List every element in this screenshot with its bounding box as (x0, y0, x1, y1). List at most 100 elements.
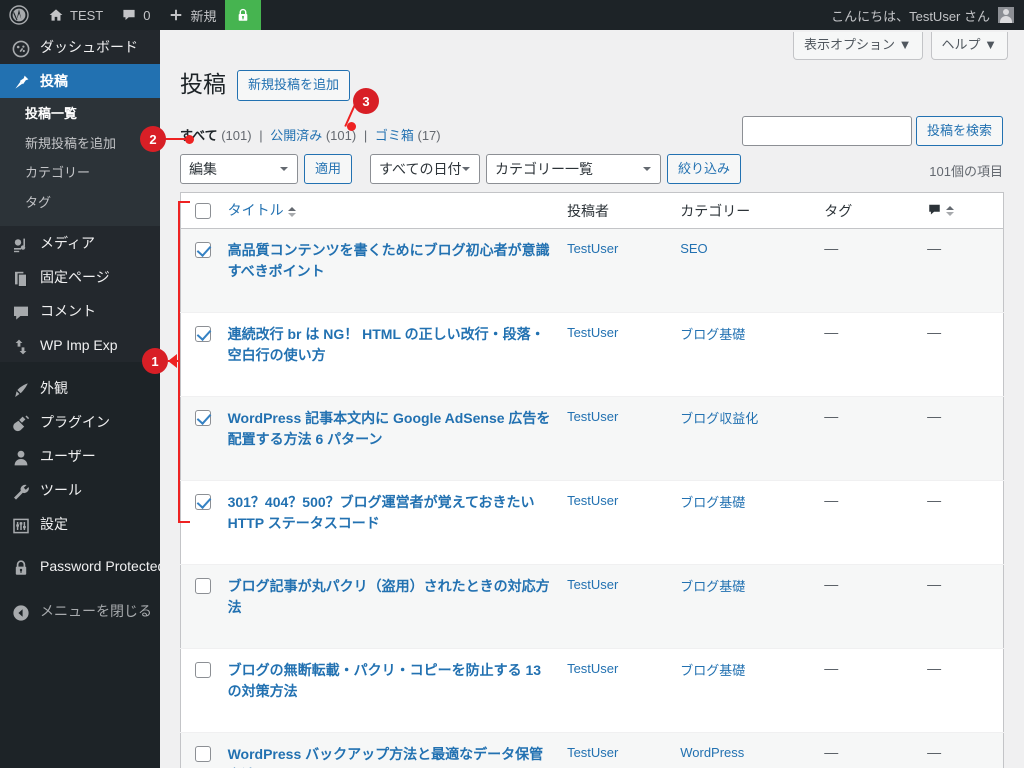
sidebar-label-comments: コメント (40, 303, 96, 320)
table-row: 301？404？500？ブログ運営者が覚えておきたい HTTP ステータスコード… (180, 480, 1004, 565)
user-avatar-icon (998, 7, 1014, 23)
sidebar-item-media[interactable]: メディア (0, 226, 160, 260)
add-new-post-button[interactable]: 新規投稿を追加 (237, 70, 351, 101)
post-title-link[interactable]: 301？404？500？ブログ運営者が覚えておきたい HTTP ステータスコード (228, 492, 551, 534)
row-title-cell: 連続改行 br は NG！ HTML の正しい改行・段落・空白行の使い方 (219, 312, 560, 397)
post-author-link[interactable]: TestUser (567, 409, 618, 424)
search-input[interactable] (741, 116, 912, 146)
column-header-comments[interactable] (919, 192, 1004, 229)
post-category-link[interactable]: ブログ基礎 (680, 579, 745, 594)
sidebar-item-dashboard[interactable]: ダッシュボード (0, 30, 160, 64)
date-filter-select[interactable]: すべての日付 (370, 154, 481, 184)
post-title-link[interactable]: 連続改行 br は NG！ HTML の正しい改行・段落・空白行の使い方 (228, 324, 551, 366)
posts-table-body: 高品質コンテンツを書くためにブログ初心者が意識すべきポイント TestUser … (180, 228, 1004, 768)
bulk-actions-select[interactable]: 編集 (180, 154, 298, 184)
sidebar-item-users[interactable]: ユーザー (0, 439, 160, 473)
status-link-published[interactable]: 公開済み (270, 128, 322, 143)
sidebar-subitem-all-posts[interactable]: 投稿一覧 (0, 99, 160, 129)
post-author-link[interactable]: TestUser (567, 661, 618, 676)
comment-bubble-icon (927, 202, 942, 220)
row-select-cell (180, 564, 220, 649)
sidebar-item-pages[interactable]: 固定ページ (0, 260, 160, 294)
sidebar-item-settings[interactable]: 設定 (0, 507, 160, 541)
post-title-link[interactable]: WordPress バックアップ方法と最適なデータ保管方法 (228, 744, 551, 768)
sidebar-item-password-protected[interactable]: Password Protected (0, 550, 165, 585)
sort-arrows-title-icon[interactable] (287, 203, 298, 221)
post-title-link[interactable]: 高品質コンテンツを書くためにブログ初心者が意識すべきポイント (228, 240, 551, 282)
row-checkbox[interactable] (195, 410, 211, 426)
sidebar-item-posts[interactable]: 投稿 (0, 64, 168, 98)
new-content-menu[interactable]: 新規 (159, 0, 225, 30)
sidebar-subitem-add-new-post[interactable]: 新規投稿を追加 (0, 129, 160, 159)
admin-bar: TEST 0 新規 こんにちは、TestUser さん (0, 0, 1024, 30)
row-checkbox[interactable] (195, 746, 211, 762)
user-icon (11, 446, 31, 466)
comments-count-label: 0 (143, 7, 151, 23)
post-category-link[interactable]: ブログ基礎 (680, 327, 745, 342)
comments-bubble-menu[interactable]: 0 (112, 0, 159, 30)
row-checkbox[interactable] (195, 494, 211, 510)
category-filter-select[interactable]: カテゴリー一覧 (486, 154, 662, 184)
apply-bulk-action-button[interactable]: 適用 (304, 154, 353, 184)
row-comments-cell: — (919, 648, 1004, 733)
sidebar-item-comments[interactable]: コメント (0, 294, 160, 328)
sort-arrows-comments-icon[interactable] (946, 202, 956, 220)
select-all-checkbox[interactable] (195, 202, 211, 219)
column-header-title-label[interactable]: タイトル (228, 202, 284, 218)
annotation-1-arrow-icon (168, 354, 177, 368)
table-row: WordPress バックアップ方法と最適なデータ保管方法 TestUser W… (180, 732, 1004, 768)
help-tab[interactable]: ヘルプ ▼ (930, 32, 1008, 61)
wordpress-logo-icon[interactable] (0, 0, 39, 30)
post-category-link[interactable]: ブログ基礎 (680, 495, 745, 510)
row-title-cell: 高品質コンテンツを書くためにブログ初心者が意識すべきポイント (219, 228, 560, 313)
row-author-cell: TestUser (559, 564, 673, 649)
status-separator-2: | (363, 128, 368, 143)
site-name-menu[interactable]: TEST (39, 0, 112, 30)
row-checkbox[interactable] (195, 662, 211, 678)
sidebar-label-wp-imp-exp: WP Imp Exp (40, 337, 118, 354)
row-checkbox[interactable] (195, 578, 211, 594)
table-header-row: タイトル 投稿者 カテゴリー タグ (180, 192, 1004, 229)
display-options-tab[interactable]: 表示オプション ▼ (793, 32, 923, 61)
post-author-link[interactable]: TestUser (567, 745, 618, 760)
row-category-cell: ブログ収益化 (672, 396, 817, 481)
comment-bubble-icon (11, 301, 31, 321)
post-author-link[interactable]: TestUser (567, 493, 618, 508)
sidebar-subitem-tags[interactable]: タグ (0, 188, 160, 218)
sidebar-label-dashboard: ダッシュボード (40, 39, 138, 55)
post-category-link[interactable]: ブログ基礎 (680, 663, 745, 678)
row-tag-cell: — (816, 648, 920, 733)
post-category-link[interactable]: WordPress (680, 745, 744, 760)
post-title-link[interactable]: ブログ記事が丸パクリ（盗用）されたときの対応方法 (228, 576, 551, 618)
settings-sliders-icon (11, 514, 31, 534)
row-title-cell: ブログ記事が丸パクリ（盗用）されたときの対応方法 (219, 564, 560, 649)
media-icon (11, 233, 31, 253)
sidebar-subitem-categories[interactable]: カテゴリー (0, 158, 160, 188)
search-posts-button[interactable]: 投稿を検索 (915, 116, 1003, 146)
post-author-link[interactable]: TestUser (567, 577, 618, 592)
sidebar-item-wp-imp-exp[interactable]: WP Imp Exp (0, 328, 160, 362)
post-author-link[interactable]: TestUser (567, 325, 618, 340)
post-author-link[interactable]: TestUser (567, 241, 618, 256)
sidebar-item-collapse-menu[interactable]: メニューを閉じる (0, 594, 160, 628)
post-tag-value: — (824, 576, 839, 592)
column-header-title[interactable]: タイトル (219, 192, 560, 229)
account-menu[interactable]: こんにちは、TestUser さん (831, 6, 1024, 25)
row-comments-cell: — (919, 564, 1004, 649)
filter-button[interactable]: 絞り込み (667, 154, 742, 184)
sidebar-item-tools[interactable]: ツール (0, 473, 160, 507)
row-comments-cell: — (919, 480, 1004, 565)
row-checkbox[interactable] (195, 326, 211, 342)
sidebar-item-plugins[interactable]: プラグイン (0, 405, 160, 439)
table-row: 高品質コンテンツを書くためにブログ初心者が意識すべきポイント TestUser … (180, 228, 1004, 313)
row-category-cell: ブログ基礎 (672, 480, 817, 565)
post-category-link[interactable]: ブログ収益化 (680, 411, 758, 426)
sidebar-item-appearance[interactable]: 外観 (0, 371, 160, 405)
status-link-trash[interactable]: ゴミ箱 (375, 128, 414, 143)
post-category-link[interactable]: SEO (680, 241, 707, 256)
row-checkbox[interactable] (195, 242, 211, 258)
password-protected-lock-button[interactable] (225, 0, 262, 30)
post-title-link[interactable]: WordPress 記事本文内に Google AdSense 広告を配置する方… (228, 408, 551, 450)
table-row: WordPress 記事本文内に Google AdSense 広告を配置する方… (180, 396, 1004, 481)
post-title-link[interactable]: ブログの無断転載・パクリ・コピーを防止する 13 の対策方法 (228, 660, 551, 702)
